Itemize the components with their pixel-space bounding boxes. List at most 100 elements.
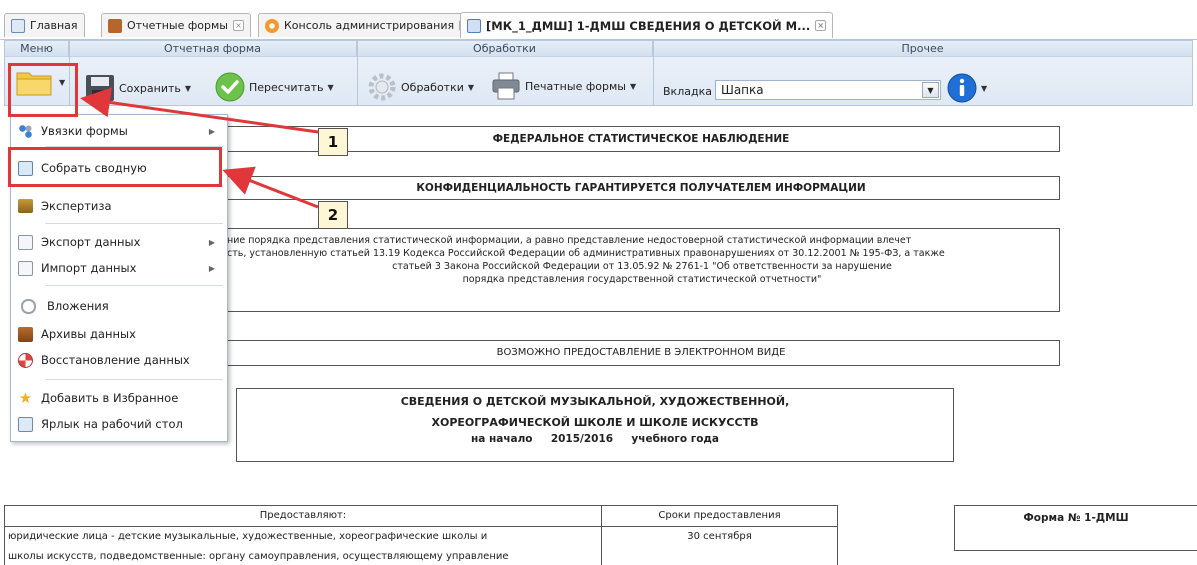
group-report-form-header: Отчетная форма [69,41,357,57]
shortcut-icon [18,416,33,432]
lifebuoy-icon [18,352,33,368]
tab-selector-label: Вкладка [663,85,712,98]
info-icon [947,73,977,103]
gear-orange-icon [265,18,279,33]
menu-separator [45,379,223,380]
save-label: Сохранить [119,81,181,95]
links-icon [18,123,33,139]
tab-label: Отчетные формы [127,19,228,32]
legal-notice-line: статьей 3 Закона Российской Федерации от… [392,261,892,272]
form-period: на начало 2015/2016 учебного года [237,433,953,445]
star-icon: ★ [18,388,33,407]
submenu-arrow-icon: ▶ [208,237,215,247]
export-icon [18,234,33,250]
period-start-label: на начало [470,433,533,445]
group-processing-header: Обработки [357,41,653,57]
menu-item-label: Восстановление данных [41,353,190,367]
archive-icon [18,326,33,342]
form-title-box: СВЕДЕНИЯ О ДЕТСКОЙ МУЗЫКАЛЬНОЙ, ХУДОЖЕСТ… [236,388,954,462]
submenu-arrow-icon: ▶ [208,126,215,136]
menu-item-label: Ярлык на рабочий стол [41,417,183,431]
submenu-arrow-icon: ▶ [208,263,215,273]
scales-icon [18,199,33,213]
close-icon[interactable]: × [815,20,827,31]
menu-item-label: Импорт данных [41,261,137,275]
federal-observation-text: ФЕДЕРАЛЬНОЕ СТАТИСТИЧЕСКОЕ НАБЛЮДЕНИЕ [492,133,790,145]
menu-item-form-links[interactable]: Увязки формы ▶ [11,118,227,144]
form-title-line: ХОРЕОГРАФИЧЕСКОЙ ШКОЛЕ И ШКОЛЕ ИСКУССТВ [431,416,759,429]
menu-item-label: Экспертиза [41,199,112,213]
legal-notice-line: порядка представления государственной ст… [462,274,822,285]
processing-label: Обработки [401,80,464,94]
provide-header: Предоставляют: [259,510,347,521]
form-icon [467,18,481,33]
period-year: 2015/2016 [550,433,614,445]
tab-report-forms[interactable]: Отчетные формы × [101,13,251,37]
home-icon [11,18,25,33]
group-divider [653,41,654,105]
import-icon [18,260,33,276]
provide-line: юридические лица - детские музыкальные, … [8,531,488,542]
callout-1: 1 [318,128,348,156]
paperclip-icon [21,298,36,314]
group-other-header: Прочее [653,41,1192,57]
menu-item-label: Экспорт данных [41,235,141,249]
check-circle-icon [215,72,245,102]
menu-item-archives[interactable]: Архивы данных [11,321,227,347]
chevron-down-icon: ▼ [467,82,475,92]
menu-item-export[interactable]: Экспорт данных ▶ [11,229,227,255]
form-number-box: Форма № 1-ДМШ [954,505,1197,551]
book-icon [108,18,122,33]
form-title-line: СВЕДЕНИЯ О ДЕТСКОЙ МУЗЫКАЛЬНОЙ, ХУДОЖЕСТ… [400,395,790,408]
tab-label: [МК_1_ДМШ] 1-ДМШ СВЕДЕНИЯ О ДЕТСКОЙ М... [486,18,811,33]
confidentiality-text: КОНФИДЕНЦИАЛЬНОСТЬ ГАРАНТИРУЕТСЯ ПОЛУЧАТ… [416,182,866,194]
group-menu-header: Меню [5,41,69,57]
period-suffix: учебного года [631,433,719,445]
form-number: Форма № 1-ДМШ [1023,512,1129,524]
save-button[interactable]: Сохранить ▼ [85,74,191,102]
deadline-value: 30 сентября [687,531,752,542]
provide-body-cell: юридические лица - детские музыкальные, … [4,526,602,565]
electronic-form-box: ВОЗМОЖНО ПРЕДОСТАВЛЕНИЕ В ЭЛЕКТРОННОМ ВИ… [222,340,1060,366]
tab-label: Главная [30,19,78,32]
tab-home[interactable]: Главная [4,13,85,37]
menu-separator [45,285,223,286]
callout-2: 2 [318,201,348,229]
chevron-down-icon: ▼ [184,83,192,93]
tab-selector-value: Шапка [721,83,764,97]
menu-item-restore[interactable]: Восстановление данных [11,347,227,373]
menu-item-label: Увязки формы [41,124,128,138]
menu-separator [45,223,223,224]
processing-button[interactable]: Обработки ▼ [367,72,474,102]
print-forms-button[interactable]: Печатные формы ▼ [491,72,636,100]
chevron-down-icon: ▼ [981,83,988,93]
menu-item-label: Добавить в Избранное [41,391,179,405]
provide-header-cell: Предоставляют: [4,505,602,527]
menu-item-label: Вложения [47,299,109,313]
tab-selector-combo[interactable]: Шапка ▼ [715,80,941,100]
deadline-header: Сроки предоставления [658,510,781,521]
highlight-collect-summary [8,147,222,187]
legal-notice-line: сть, установленную статьей 13.19 Кодекса… [227,248,945,259]
info-button[interactable]: ▼ [947,73,987,103]
electronic-form-text: ВОЗМОЖНО ПРЕДОСТАВЛЕНИЕ В ЭЛЕКТРОННОМ ВИ… [496,347,786,358]
menu-item-attachments[interactable]: Вложения [11,293,227,319]
tab-label: Консоль администрирования [284,19,455,32]
deadline-header-cell: Сроки предоставления [601,505,838,527]
tab-form-1dmsh[interactable]: [МК_1_ДМШ] 1-ДМШ СВЕДЕНИЯ О ДЕТСКОЙ М...… [460,12,834,38]
tab-admin-console[interactable]: Консоль администрирования × [258,13,478,37]
chevron-down-icon: ▼ [327,82,334,92]
ribbon-toolbar: Меню Отчетная форма Обработки Прочее ▼ С… [4,40,1193,106]
recalculate-button[interactable]: Пересчитать ▼ [215,72,334,102]
close-icon[interactable]: × [232,20,244,31]
deadline-body-cell: 30 сентября [601,526,838,565]
menu-item-add-favorite[interactable]: ★ Добавить в Избранное [11,385,227,411]
menu-item-expertise[interactable]: Экспертиза [11,193,227,219]
menu-item-import[interactable]: Импорт данных ▶ [11,255,227,281]
menu-item-desktop-shortcut[interactable]: Ярлык на рабочий стол [11,411,227,437]
chevron-down-icon[interactable]: ▼ [922,82,939,98]
menu-item-label: Архивы данных [41,327,136,341]
legal-notice-box: ние порядка представления статистической… [222,228,1060,312]
tab-bar: Главная Отчетные формы × Консоль админис… [0,0,1197,40]
floppy-icon [86,75,114,101]
